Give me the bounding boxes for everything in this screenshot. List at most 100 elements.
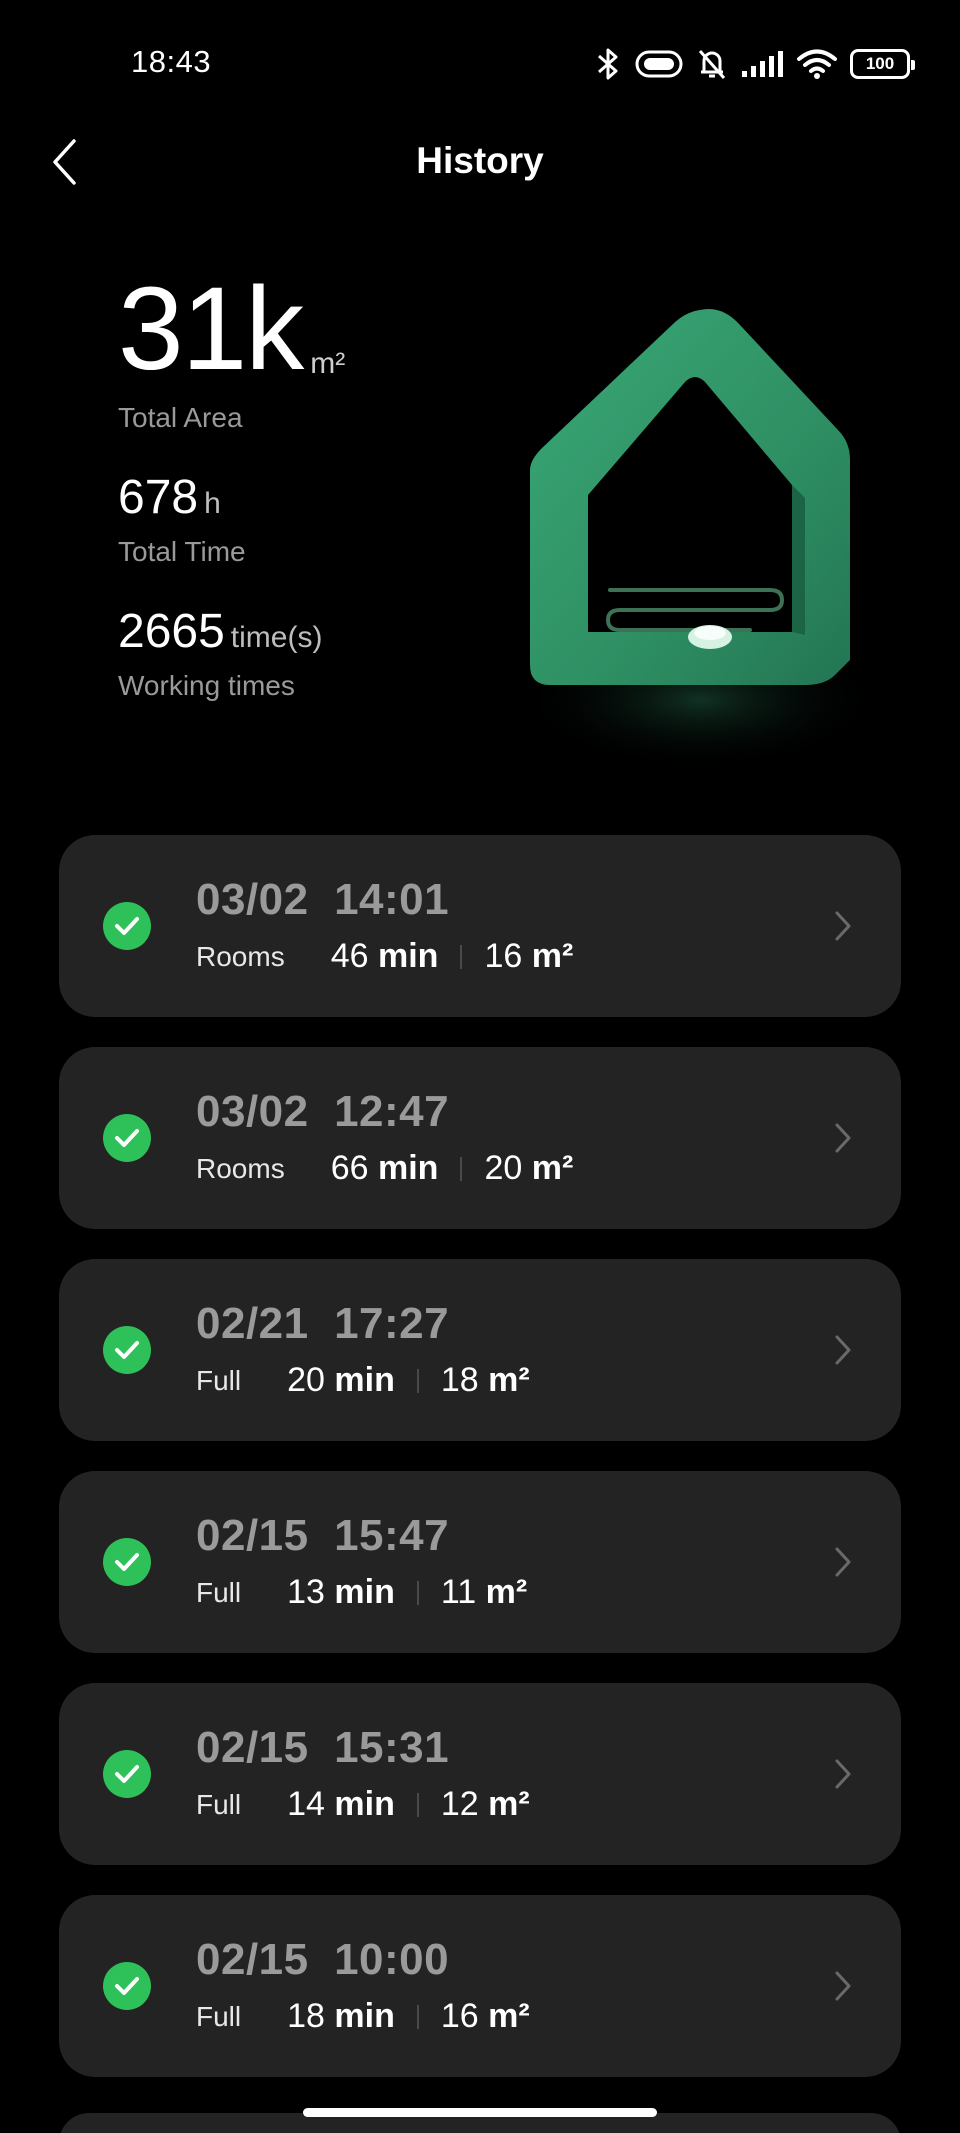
page-title: History xyxy=(416,140,544,181)
record-time: 15:31 xyxy=(334,1723,450,1772)
status-icons: 100 xyxy=(596,44,915,84)
record-duration-unit: min xyxy=(377,1149,439,1187)
divider xyxy=(416,1792,419,1817)
record-mode: Rooms xyxy=(196,940,285,972)
chevron-right-icon xyxy=(829,1115,857,1161)
record-duration-unit: min xyxy=(334,1785,395,1823)
record-date: 03/02 xyxy=(196,875,309,924)
total-area-value: 31k xyxy=(118,263,304,395)
history-record-card[interactable]: 02/21 17:27 Full 20 min 18 m² xyxy=(59,1259,901,1441)
record-meta: Full 13 min 11 m² xyxy=(196,1573,527,1612)
record-area-unit: m² xyxy=(488,1361,530,1399)
total-time: 678 h Total Time xyxy=(118,474,538,568)
record-meta: Rooms 66 min 20 m² xyxy=(196,1149,573,1188)
record-duration: 18 min xyxy=(287,1997,395,2036)
divider xyxy=(416,2004,419,2029)
record-meta: Full 18 min 16 m² xyxy=(196,1997,530,2036)
record-date: 02/15 xyxy=(196,1723,309,1772)
record-area-unit: m² xyxy=(531,1149,574,1187)
record-time: 17:27 xyxy=(334,1299,450,1348)
house-robot-illustration xyxy=(500,270,900,790)
record-time: 10:00 xyxy=(334,1935,450,1984)
working-times-unit: time(s) xyxy=(230,621,323,654)
check-circle-icon xyxy=(103,1962,151,2010)
divider xyxy=(416,1368,419,1393)
check-circle-icon xyxy=(103,1538,151,1586)
working-times-value: 2665 xyxy=(118,605,225,658)
record-mode: Full xyxy=(196,1576,242,1608)
record-mode: Rooms xyxy=(196,1152,285,1184)
record-date: 02/15 xyxy=(196,1935,309,1984)
record-time: 14:01 xyxy=(334,875,450,924)
divider xyxy=(460,1156,463,1181)
record-area: 20 m² xyxy=(484,1149,573,1188)
record-time: 15:47 xyxy=(334,1511,450,1560)
record-area-value: 11 xyxy=(440,1573,477,1611)
record-area: 12 m² xyxy=(441,1785,530,1824)
record-area-value: 16 xyxy=(440,1997,479,2035)
total-area-label: Total Area xyxy=(118,402,243,433)
silent-bell-icon xyxy=(696,47,728,81)
record-duration-value: 66 xyxy=(330,1149,369,1187)
record-duration: 20 min xyxy=(287,1361,395,1400)
record-area: 18 m² xyxy=(441,1361,530,1400)
record-datetime: 02/15 15:47 xyxy=(196,1511,449,1561)
total-time-unit: h xyxy=(204,487,221,520)
header: History xyxy=(0,120,960,210)
check-circle-icon xyxy=(103,902,151,950)
record-meta: Rooms 46 min 16 m² xyxy=(196,937,573,976)
history-record-card[interactable]: 03/02 14:01 Rooms 46 min 16 m² xyxy=(59,835,901,1017)
record-area-unit: m² xyxy=(488,1997,530,2035)
record-area: 16 m² xyxy=(441,1997,530,2036)
record-mode: Full xyxy=(196,1788,242,1820)
record-time: 12:47 xyxy=(334,1087,450,1136)
record-duration-unit: min xyxy=(334,1361,395,1399)
working-times-label: Working times xyxy=(118,670,295,701)
record-date: 02/21 xyxy=(196,1299,309,1348)
record-datetime: 03/02 14:01 xyxy=(196,875,449,925)
battery-icon: 100 xyxy=(850,49,915,79)
record-duration: 14 min xyxy=(287,1785,395,1824)
vibrate-icon xyxy=(634,49,684,79)
total-time-label: Total Time xyxy=(118,536,246,567)
battery-level: 100 xyxy=(865,54,895,73)
history-record-card[interactable]: 03/02 12:47 Rooms 66 min 20 m² xyxy=(59,1047,901,1229)
record-date: 02/15 xyxy=(196,1511,309,1560)
total-time-value: 678 xyxy=(118,471,199,524)
history-record-card[interactable]: 02/15 10:00 Full 18 min 16 m² xyxy=(59,1895,901,2077)
record-datetime: 03/02 12:47 xyxy=(196,1087,449,1137)
history-record-card[interactable]: 02/15 15:47 Full 13 min 11 m² xyxy=(59,1471,901,1653)
history-list: 03/02 14:01 Rooms 46 min 16 m² 03/02 12:… xyxy=(59,835,901,2107)
home-indicator[interactable] xyxy=(303,2108,657,2117)
record-area-value: 20 xyxy=(484,1149,523,1187)
total-area-unit: m² xyxy=(310,347,346,380)
record-datetime: 02/15 10:00 xyxy=(196,1935,449,1985)
check-circle-icon xyxy=(103,1326,151,1374)
record-datetime: 02/15 15:31 xyxy=(196,1723,449,1773)
status-bar: 18:43 100 xyxy=(0,0,960,120)
chevron-right-icon xyxy=(829,1327,857,1373)
record-datetime: 02/21 17:27 xyxy=(196,1299,449,1349)
divider xyxy=(460,944,463,969)
history-record-card[interactable]: 02/15 15:31 Full 14 min 12 m² xyxy=(59,1683,901,1865)
chevron-right-icon xyxy=(829,903,857,949)
divider xyxy=(416,1580,419,1605)
record-area: 16 m² xyxy=(484,937,573,976)
chevron-right-icon xyxy=(829,1539,857,1585)
check-circle-icon xyxy=(103,1750,151,1798)
record-area: 11 m² xyxy=(441,1573,527,1612)
wifi-icon xyxy=(796,48,838,80)
history-screen: 18:43 100 History 31k m² Total Area 678 … xyxy=(0,0,960,2133)
record-area-value: 18 xyxy=(440,1361,479,1399)
record-duration: 13 min xyxy=(287,1573,395,1612)
record-duration-value: 14 xyxy=(287,1785,325,1823)
bluetooth-icon xyxy=(596,47,622,81)
record-area-value: 12 xyxy=(440,1785,479,1823)
record-duration: 66 min xyxy=(331,1149,439,1188)
record-area-value: 16 xyxy=(484,937,523,975)
working-times: 2665 time(s) Working times xyxy=(118,608,538,702)
record-duration-unit: min xyxy=(334,1573,395,1611)
stats-summary: 31k m² Total Area 678 h Total Time 2665 tim… xyxy=(118,270,538,702)
record-duration-value: 18 xyxy=(287,1997,325,2035)
record-meta: Full 20 min 18 m² xyxy=(196,1361,530,1400)
